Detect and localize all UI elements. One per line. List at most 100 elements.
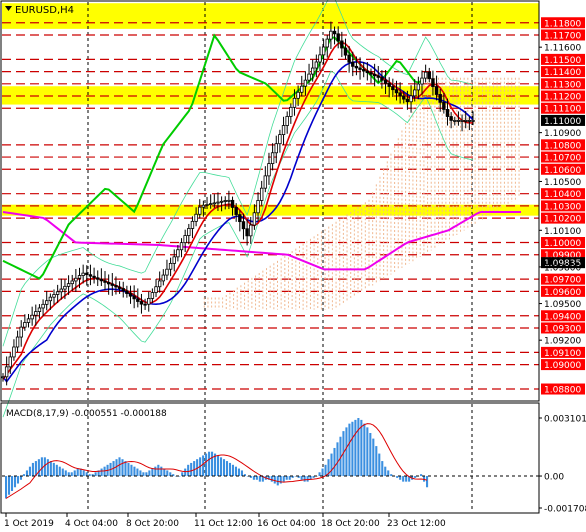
candle-body: [270, 152, 275, 164]
macd-histogram-bar: [118, 457, 121, 477]
macd-histogram-bar: [55, 464, 58, 477]
price-label: 1.10400: [544, 190, 581, 200]
macd-axis-label: 0.00: [544, 473, 564, 483]
candle-body: [52, 294, 56, 298]
macd-histogram-bar: [351, 421, 354, 477]
candle-body: [358, 67, 362, 70]
candle-body: [143, 303, 147, 306]
macd-histogram-bar: [330, 453, 333, 477]
candle-body: [179, 242, 184, 251]
price-label: 1.10300: [544, 202, 581, 212]
macd-histogram-bar: [181, 472, 184, 477]
candle-body: [128, 293, 133, 297]
support-resistance-zone: [2, 3, 539, 29]
macd-histogram-bar: [16, 476, 20, 484]
candle-body: [96, 277, 100, 280]
candle-body: [310, 67, 315, 75]
candle-body: [23, 322, 27, 328]
candle-body: [354, 65, 359, 69]
macd-histogram-bar: [405, 476, 408, 482]
candle-body: [256, 200, 260, 214]
candle-body: [325, 38, 329, 48]
candle-body: [74, 277, 78, 282]
macd-histogram-bar: [208, 451, 211, 477]
macd-histogram-bar: [333, 447, 336, 477]
candle-body: [183, 235, 187, 244]
macd-histogram-bar: [187, 464, 190, 477]
macd-histogram-bar: [369, 432, 372, 477]
price-label: 1.09200: [544, 337, 581, 347]
candle-body: [351, 61, 355, 67]
candle-body: [34, 311, 38, 316]
candle-body: [139, 301, 144, 305]
macd-histogram-bar: [124, 461, 127, 477]
macd-histogram-bar: [381, 461, 384, 477]
candle-body: [190, 220, 195, 229]
time-label: 11 Oct 12:00: [194, 519, 253, 529]
price-label: 1.10200: [544, 215, 581, 225]
macd-histogram-bar: [384, 466, 387, 477]
candle-body: [387, 82, 391, 87]
eurusd-h4-chart[interactable]: EURUSD,H4 MACD(8,17,9) -0.000551 -0.0001…: [0, 0, 586, 532]
candle-body: [383, 79, 388, 84]
price-label: 1.09000: [544, 361, 581, 371]
price-label: 1.09500: [544, 300, 581, 310]
macd-histogram-bar: [25, 470, 28, 477]
candle-body: [391, 86, 395, 91]
macd-histogram-bar: [366, 427, 369, 477]
candle-body: [340, 40, 344, 49]
candle-body: [234, 207, 238, 215]
candle-body: [289, 106, 293, 117]
candle-body: [347, 54, 351, 63]
macd-histogram-bar: [142, 472, 145, 477]
candle-body: [216, 201, 220, 204]
macd-histogram-bar: [31, 462, 34, 477]
candle-body: [103, 280, 107, 283]
macd-histogram-bar: [252, 476, 255, 480]
price-label: 1.10700: [544, 154, 581, 164]
candle-body: [434, 86, 439, 95]
macd-histogram-bar: [303, 476, 306, 482]
candle-body: [150, 292, 155, 299]
candle-body: [361, 69, 366, 72]
macd-histogram-bar: [46, 459, 49, 477]
macd-histogram-bar: [282, 476, 285, 482]
time-label: 16 Oct 04:00: [257, 519, 316, 529]
macd-histogram-bar: [420, 474, 423, 477]
price-label: 1.10000: [544, 239, 581, 249]
candle-body: [201, 204, 206, 208]
candle-body: [416, 83, 421, 91]
macd-histogram-bar: [426, 476, 429, 488]
macd-histogram-bar: [228, 462, 232, 477]
macd-histogram-bar: [166, 470, 169, 477]
candle-body: [380, 76, 384, 81]
macd-histogram-bar: [28, 466, 31, 477]
macd-axis-label: 0.003101: [544, 415, 586, 425]
candle-body: [307, 73, 311, 81]
macd-histogram-bar: [10, 476, 14, 492]
macd-histogram-bar: [402, 476, 405, 482]
macd-histogram-bar: [211, 451, 214, 477]
macd-histogram-bar: [82, 470, 85, 477]
price-label: 1.11000: [544, 117, 581, 127]
candle-body: [26, 318, 31, 323]
candle-body: [165, 268, 169, 276]
price-label: 1.10100: [544, 227, 581, 237]
candle-body: [263, 175, 268, 189]
price-label: 1.10900: [544, 129, 581, 139]
candle-body: [442, 101, 446, 110]
candle-body: [194, 213, 198, 222]
macd-histogram-bar: [318, 472, 321, 477]
macd-histogram-bar: [222, 459, 226, 477]
candle-body: [464, 120, 468, 122]
macd-histogram-bar: [76, 468, 79, 477]
macd-histogram-bar: [139, 470, 142, 477]
macd-histogram-bar: [67, 472, 70, 477]
price-label: 1.11200: [544, 93, 581, 103]
price-label: 1.08800: [544, 386, 581, 396]
candle-body: [471, 120, 475, 122]
candle-body: [85, 272, 89, 276]
candle-body: [227, 199, 231, 202]
macd-histogram-bar: [5, 476, 8, 499]
candle-body: [70, 280, 74, 285]
